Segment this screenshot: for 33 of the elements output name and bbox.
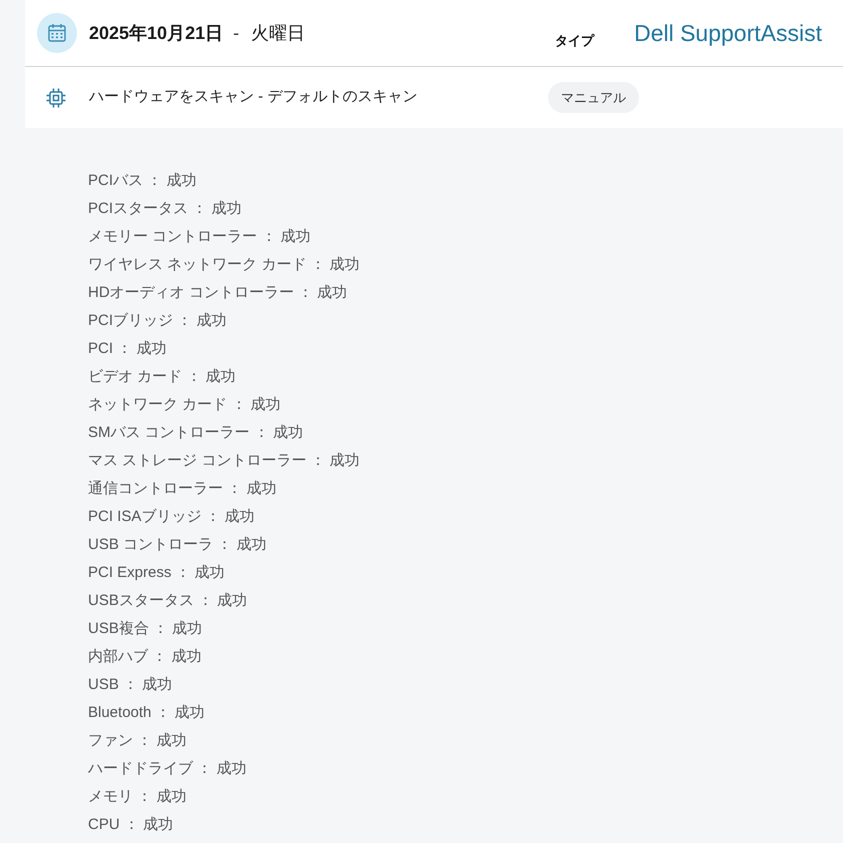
test-result: ファン ： 成功 xyxy=(88,731,186,751)
type-column-header: タイプ xyxy=(554,32,594,50)
test-result: ネットワーク カード ： 成功 xyxy=(88,395,281,415)
scan-name: ハードウェアをスキャン - デフォルトのスキャン xyxy=(89,87,418,108)
test-result: ワイヤレス ネットワーク カード ： 成功 xyxy=(88,255,360,275)
calendar-icon xyxy=(37,13,77,53)
test-result: USB ： 成功 xyxy=(88,675,172,695)
test-result: メモリ ： 成功 xyxy=(88,787,186,807)
test-result: ハードドライブ ： 成功 xyxy=(88,759,246,779)
test-result: PCIバス ： 成功 xyxy=(88,171,196,191)
test-result: PCIスタータス ： 成功 xyxy=(88,199,242,219)
test-result: ビデオ カード ： 成功 xyxy=(88,367,236,387)
test-result: メモリー コントローラー ： 成功 xyxy=(88,227,311,247)
test-result: HDオーディオ コントローラー ： 成功 xyxy=(88,283,348,303)
brand-title: Dell SupportAssist xyxy=(634,18,822,48)
test-result: 通信コントローラー ： 成功 xyxy=(88,479,276,499)
scan-weekday: 火曜日 xyxy=(251,22,306,44)
test-result: PCI ： 成功 xyxy=(88,339,166,359)
test-result: Bluetooth ： 成功 xyxy=(88,703,205,723)
test-result: USBスタータス ： 成功 xyxy=(88,591,248,611)
test-result: SMバス コントローラー ： 成功 xyxy=(88,423,304,443)
scan-type-badge: マニュアル xyxy=(548,82,639,114)
date-separator: - xyxy=(233,22,240,44)
test-result: マス ストレージ コントローラー ： 成功 xyxy=(88,451,360,471)
test-result: USB コントローラ ： 成功 xyxy=(88,535,266,555)
chip-icon xyxy=(46,88,66,108)
test-result: PCI Express ： 成功 xyxy=(88,563,225,583)
scan-date: 2025年10月21日 xyxy=(89,22,224,44)
test-result: PCIブリッジ ： 成功 xyxy=(88,311,226,331)
test-result: 内部ハブ ： 成功 xyxy=(88,647,202,667)
test-result: CPU ： 成功 xyxy=(88,815,174,835)
test-result: PCI ISAブリッジ ： 成功 xyxy=(88,507,255,527)
test-result: USB複合 ： 成功 xyxy=(88,619,202,639)
